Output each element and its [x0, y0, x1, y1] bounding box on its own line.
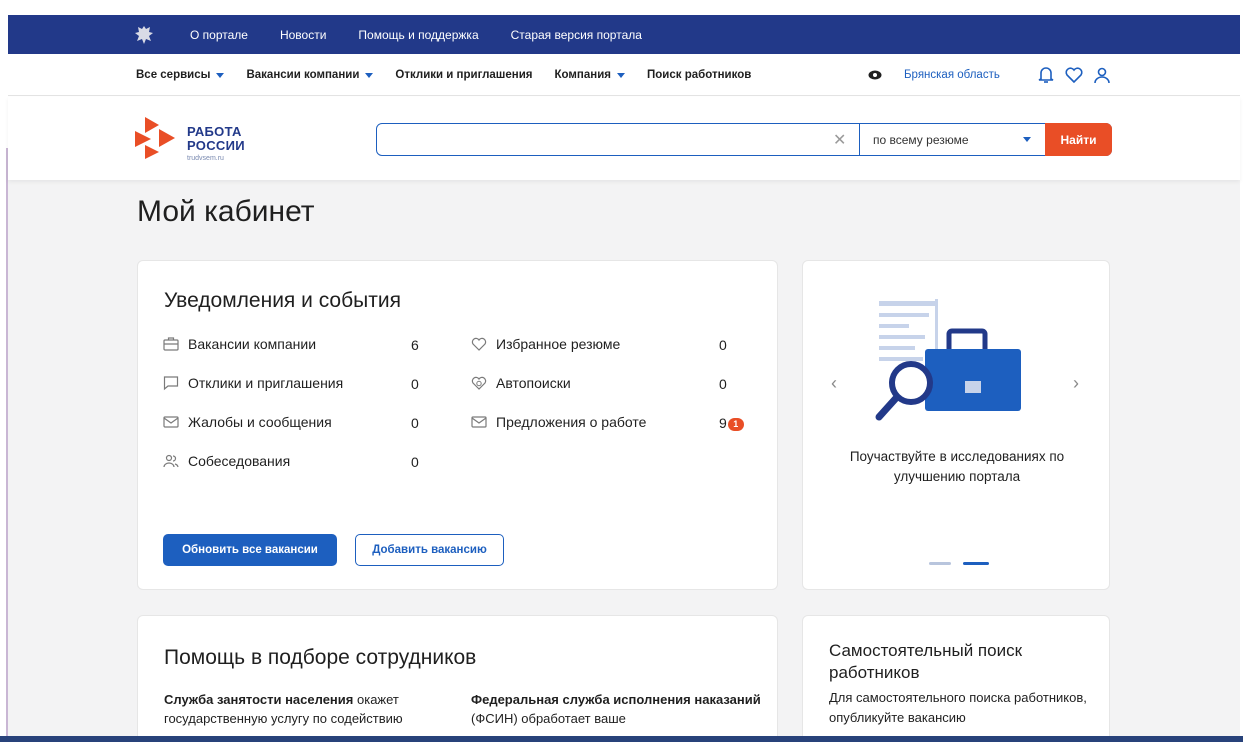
self-search-title: Самостоятельный поиск работников — [829, 641, 1023, 682]
logo-line1: РАБОТА — [187, 124, 242, 139]
stat-autosearch[interactable]: Автопоиски — [471, 375, 571, 391]
top-links: О портале Новости Помощь и поддержка Ста… — [190, 15, 674, 54]
nav-label: Вакансии компании — [246, 69, 360, 81]
stat-count: 6 — [411, 337, 419, 353]
update-all-vacancies-button[interactable]: Обновить все вакансии — [163, 534, 337, 566]
top-link-help[interactable]: Помощь и поддержка — [358, 28, 478, 42]
fsin-name[interactable]: Федеральная служба исполнения наказаний — [471, 692, 761, 707]
autosearch-icon — [471, 376, 487, 390]
search-divider — [859, 124, 860, 155]
stat-job-offers[interactable]: Предложения о работе — [471, 414, 646, 430]
stat-responses[interactable]: Отклики и приглашения — [163, 375, 343, 391]
nav-label: Поиск работников — [646, 69, 752, 81]
coat-of-arms-icon — [135, 26, 153, 44]
service-nav: Все сервисы Вакансии компании Отклики и … — [8, 54, 1240, 96]
fsin-desc: (ФСИН) обработает ваше — [471, 711, 626, 726]
carousel-dot-active[interactable] — [963, 562, 989, 565]
heart-icon — [471, 337, 487, 351]
chevron-down-icon — [616, 72, 625, 78]
promo-text: Поучаствуйте в исследованиях по улучшени… — [849, 449, 1065, 484]
briefcase-icon — [163, 337, 179, 351]
search-input[interactable] — [385, 130, 825, 150]
notifications-title: Уведомления и события — [164, 289, 401, 312]
top-link-news[interactable]: Новости — [280, 28, 326, 42]
search-box: ✕ по всему резюме Найти — [376, 123, 1112, 156]
eye-icon[interactable] — [868, 68, 882, 82]
stat-label: Жалобы и сообщения — [188, 414, 332, 430]
stat-interviews[interactable]: Собеседования — [163, 453, 290, 469]
stat-count: 0 — [411, 454, 419, 470]
stat-label: Предложения о работе — [496, 414, 647, 430]
nav-label: Все сервисы — [136, 69, 211, 81]
notifications-card: Уведомления и события Вакансии компании … — [137, 260, 778, 590]
nav-label: Отклики и приглашения — [395, 69, 533, 81]
stat-company-vacancies[interactable]: Вакансии компании — [163, 336, 316, 352]
mail-icon — [471, 416, 487, 428]
top-bar: О портале Новости Помощь и поддержка Ста… — [8, 15, 1240, 54]
people-icon — [163, 454, 179, 468]
stat-label: Собеседования — [188, 453, 291, 469]
stat-count: 91 — [719, 415, 744, 431]
employment-service-text: Служба занятости населения окажет госуда… — [164, 690, 454, 728]
user-icon[interactable] — [1092, 65, 1112, 85]
nav-label: Компания — [554, 69, 611, 81]
briefcase-search-illustration — [875, 299, 1021, 421]
help-card: Помощь в подборе сотрудников Служба заня… — [137, 615, 778, 742]
chevron-right-icon[interactable]: › — [1073, 373, 1079, 394]
employment-service-name[interactable]: Служба занятости населения — [164, 692, 353, 707]
chevron-down-icon — [216, 72, 225, 78]
stat-count: 0 — [411, 415, 419, 431]
stat-label: Вакансии компании — [188, 336, 317, 352]
carousel-dot[interactable] — [929, 562, 951, 565]
close-icon[interactable]: ✕ — [833, 130, 846, 150]
nav-company-vacancies[interactable]: Вакансии компании — [246, 69, 374, 81]
stat-count-value: 9 — [719, 415, 727, 431]
bell-icon[interactable] — [1036, 65, 1056, 85]
stat-favorite-resumes[interactable]: Избранное резюме — [471, 336, 620, 352]
region-selector[interactable]: Брянская область — [904, 54, 1000, 96]
logo-line2: РОССИИ — [187, 138, 245, 153]
nav-responses[interactable]: Отклики и приглашения — [395, 69, 532, 81]
self-search-card: Самостоятельный поиск работников Для сам… — [802, 615, 1110, 742]
stat-label: Автопоиски — [496, 375, 571, 391]
logo-arrows-icon — [135, 117, 175, 159]
page-title: Мой кабинет — [137, 195, 315, 228]
stat-count: 0 — [719, 337, 727, 353]
top-link-about[interactable]: О портале — [190, 28, 248, 42]
logo-domain: trudvsem.ru — [187, 155, 224, 162]
stat-label: Отклики и приглашения — [188, 375, 344, 391]
window-edge — [6, 148, 8, 738]
nav-worker-search[interactable]: Поиск работников — [647, 69, 751, 81]
fsin-text: Федеральная служба исполнения наказаний … — [471, 690, 761, 728]
help-title: Помощь в подборе сотрудников — [164, 646, 477, 669]
add-vacancy-button[interactable]: Добавить вакансию — [355, 534, 504, 566]
stat-count: 0 — [411, 376, 419, 392]
chevron-left-icon[interactable]: ‹ — [831, 373, 837, 394]
mail-icon — [163, 416, 179, 428]
logo[interactable]: РАБОТА РОССИИ trudvsem.ru — [135, 111, 265, 162]
header-icons — [1036, 65, 1112, 85]
search-scope-select[interactable]: по всему резюме — [873, 124, 969, 155]
nav-company[interactable]: Компания — [555, 69, 625, 81]
status-badge: 1 — [727, 417, 744, 431]
nav-links: Все сервисы Вакансии компании Отклики и … — [136, 54, 773, 96]
stat-count: 0 — [719, 376, 727, 392]
promo-carousel: ‹ › Поучаствуйте в исследованиях по улуч… — [802, 260, 1110, 590]
top-link-old-version[interactable]: Старая версия портала — [511, 28, 642, 42]
taskbar-edge — [0, 736, 1243, 742]
search-band: РАБОТА РОССИИ trudvsem.ru ✕ по всему рез… — [8, 97, 1240, 180]
stat-label: Избранное резюме — [496, 336, 621, 352]
chevron-down-icon[interactable] — [1023, 137, 1031, 142]
self-search-text: Для самостоятельного поиска работников, … — [829, 690, 1087, 725]
stat-complaints[interactable]: Жалобы и сообщения — [163, 414, 332, 430]
chevron-down-icon — [365, 72, 374, 78]
nav-all-services[interactable]: Все сервисы — [136, 69, 225, 81]
heart-icon[interactable] — [1064, 65, 1084, 85]
chat-icon — [163, 376, 179, 391]
search-button[interactable]: Найти — [1045, 123, 1112, 156]
